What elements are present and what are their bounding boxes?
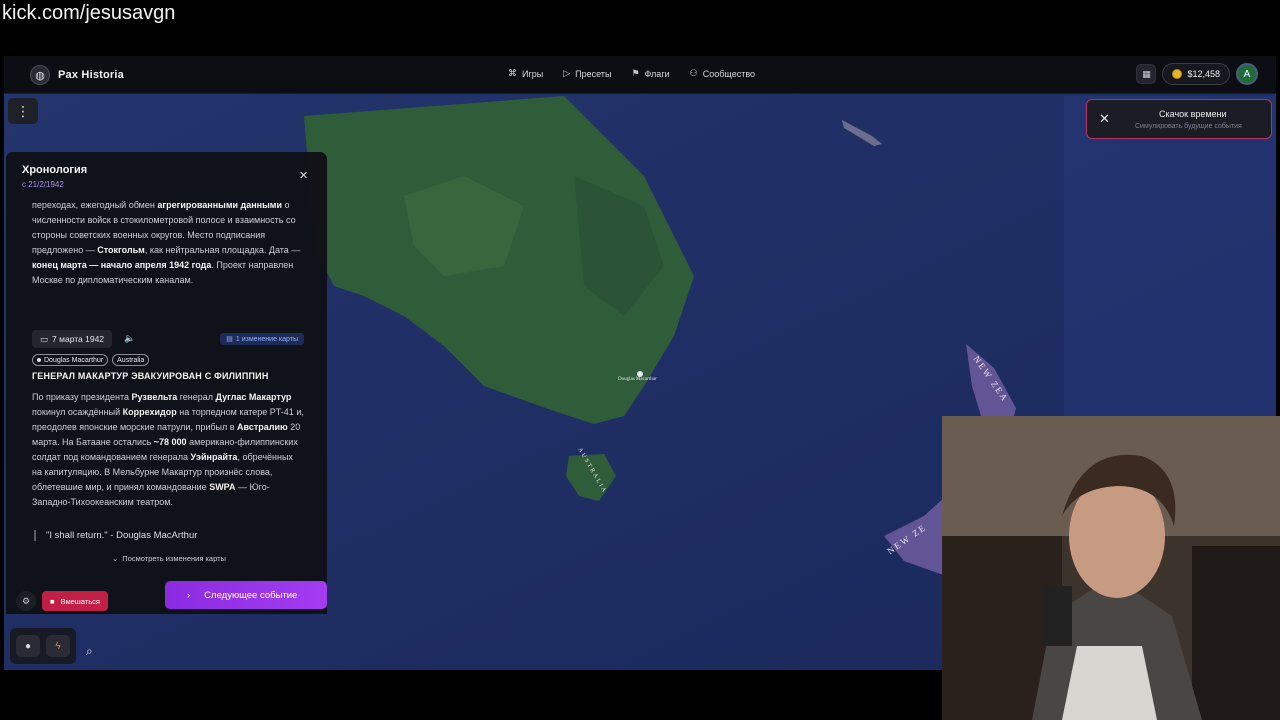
next-event-button[interactable]: › Следующее событие — [165, 581, 327, 609]
gift-button[interactable]: ▦ — [1136, 64, 1157, 84]
header-right-tools: ▦ $12,458 A — [1136, 63, 1258, 85]
event-headline: ГЕНЕРАЛ МАКАРТУР ЭВАКУИРОВАН С ФИЛИППИН — [32, 371, 269, 381]
gift-icon: ▦ — [1142, 68, 1151, 79]
top-navigation-bar: ◍ Pax Historia ⌘ Игры ▷ Пресеты ⚑ Флаги … — [4, 56, 1276, 94]
text-span: переходах, ежегодный обмен — [32, 200, 158, 210]
text-span: генерал — [177, 392, 216, 402]
vertical-dots-icon: ⋮ — [16, 102, 30, 119]
nav-presets[interactable]: ▷ Пресеты — [563, 68, 611, 79]
text-span: покинул осаждённый — [32, 407, 123, 417]
stream-url: kick.com/jesusavgn — [2, 2, 176, 24]
intervene-button[interactable]: ■ Вмешаться — [42, 591, 108, 611]
tag-label: Australia — [117, 356, 145, 364]
wallet-balance[interactable]: $12,458 — [1162, 63, 1230, 85]
user-avatar[interactable]: A — [1236, 63, 1258, 85]
users-icon: ⚇ — [689, 68, 698, 78]
gamepad-icon: ⌘ — [508, 68, 517, 78]
text-bold: Уэйнрайта — [190, 452, 238, 462]
time-jump-panel[interactable]: ✕ Скачок времени Симулировать будущие со… — [1086, 99, 1272, 139]
time-jump-title: Скачок времени — [1159, 109, 1227, 119]
nav-community-label: Сообщество — [702, 68, 756, 79]
nav-community[interactable]: ⚇ Сообщество — [690, 68, 755, 79]
tag-person[interactable]: Douglas Macarthur — [32, 354, 109, 366]
see-map-changes-link[interactable]: ⌄ Посмотреть изменения карты — [112, 554, 226, 563]
close-icon[interactable]: ✕ — [299, 169, 308, 182]
calendar-icon: ▭ — [40, 333, 49, 344]
streamer-webcam — [942, 416, 1280, 720]
tag-country[interactable]: Australia — [112, 354, 150, 366]
text-bold: Стокгольм — [97, 245, 145, 255]
intervene-label: Вмешаться — [60, 596, 100, 606]
event-date: 7 марта 1942 — [52, 334, 105, 344]
nav-games[interactable]: ⌘ Игры — [508, 68, 543, 79]
chat-icon: ● — [24, 640, 32, 652]
map-changes-badge[interactable]: ▤ 1 изменение карты — [220, 333, 304, 345]
nav-flags-label: Флаги — [644, 68, 670, 79]
text-span: , как нейтральная площадка. Дата — — [144, 245, 301, 255]
map-search-button[interactable]: ⌕ — [86, 644, 93, 659]
time-jump-subtitle: Симулировать будущие события — [1135, 123, 1242, 130]
text-bold: SWPA — [209, 482, 236, 492]
text-bold: конец марта — начало апреля 1942 года — [32, 260, 212, 270]
chevron-down-icon: ⌄ — [112, 554, 119, 563]
event-date-row: ▭ 7 марта 1942 🔈 ▤ 1 изменение карты — [32, 330, 304, 348]
gear-icon: ⚙ — [21, 595, 31, 606]
next-event-label: Следующее событие — [204, 589, 298, 601]
settings-button[interactable]: ⚙ — [16, 591, 36, 611]
search-icon: ⌕ — [86, 644, 93, 658]
nav-games-label: Игры — [522, 68, 544, 79]
event-date-chip: ▭ 7 марта 1942 — [32, 330, 113, 348]
app-name: Pax Historia — [58, 69, 124, 81]
text-bold: ~78 000 — [153, 437, 187, 447]
text-bold: Австралию — [237, 422, 288, 432]
main-nav: ⌘ Игры ▷ Пресеты ⚑ Флаги ⚇ Сообщество — [508, 68, 755, 79]
event-tags: Douglas Macarthur Australia — [32, 354, 150, 366]
timeline-since-date: с 21/2/1942 — [22, 180, 64, 189]
quick-action-button[interactable]: ϟ — [46, 635, 70, 657]
flag-icon: ⚑ — [631, 68, 640, 78]
lightning-icon: ϟ — [55, 640, 61, 652]
text-span: По приказу президента — [32, 392, 132, 402]
chevron-right-icon: › — [187, 589, 191, 601]
stream-overlay-header: kick.com/jesusavgn — [0, 0, 1280, 56]
stop-icon: ■ — [50, 596, 55, 606]
chat-button[interactable]: ● — [16, 635, 40, 657]
dot-icon — [37, 358, 41, 362]
nav-presets-label: Пресеты — [575, 68, 612, 79]
tag-label: Douglas Macarthur — [44, 356, 104, 364]
previous-event-text: переходах, ежегодный обмен агрегированны… — [32, 198, 304, 288]
map-marker-label: Douglas Macarthur — [618, 377, 657, 382]
timeline-panel: Хронология с 21/2/1942 ✕ переходах, ежег… — [6, 152, 327, 614]
globe-icon: ◍ — [30, 65, 50, 85]
coin-icon — [1172, 69, 1183, 79]
timeline-title: Хронология — [22, 164, 88, 176]
close-icon[interactable]: ✕ — [1099, 111, 1110, 127]
play-icon: ▷ — [563, 68, 571, 78]
map-changes-count: 1 изменение карты — [235, 335, 298, 343]
speaker-icon[interactable]: 🔈 — [124, 333, 135, 344]
text-bold: Дуглас Макартур — [215, 392, 292, 402]
wallet-balance-value: $12,458 — [1187, 69, 1220, 79]
see-map-changes-label: Посмотреть изменения карты — [122, 554, 226, 563]
more-menu-button[interactable]: ⋮ — [8, 98, 38, 124]
text-bold: агрегированными данными — [157, 200, 282, 210]
nav-flags[interactable]: ⚑ Флаги — [631, 68, 669, 79]
app-logo[interactable]: ◍ Pax Historia — [30, 65, 124, 85]
text-bold: Коррехидор — [122, 407, 177, 417]
event-quote: "I shall return." - Douglas MacArthur — [34, 530, 197, 541]
bottom-toolbar: ● ϟ — [10, 628, 76, 664]
map-icon: ▤ — [226, 336, 233, 343]
event-description: По приказу президента Рузвельта генерал … — [32, 390, 304, 510]
text-bold: Рузвельта — [131, 392, 178, 402]
